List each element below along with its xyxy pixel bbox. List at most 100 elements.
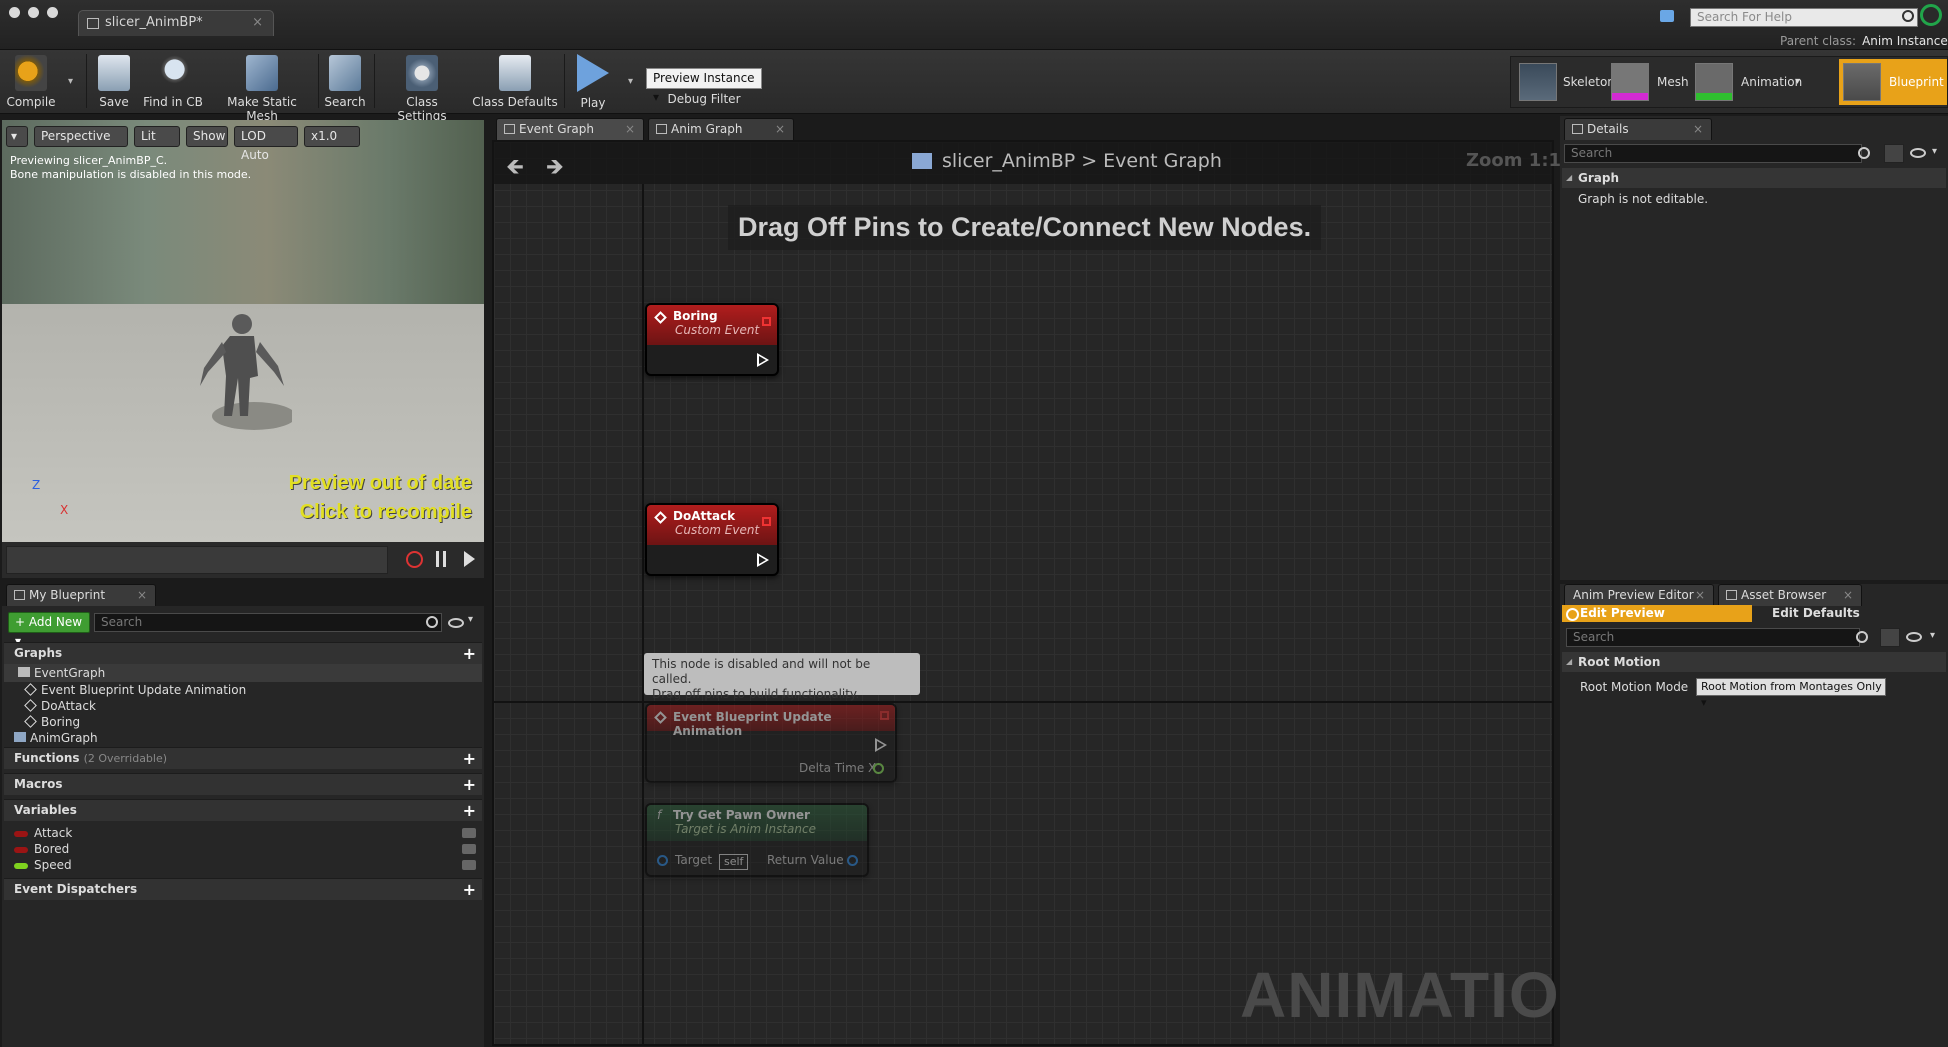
close-tab-icon[interactable]: × [1693,119,1703,139]
exec-out-pin-icon[interactable] [757,553,769,567]
my-blueprint-search-input[interactable]: Search [94,613,442,632]
variable-visibility-icon[interactable] [462,844,476,854]
status-indicator-icon[interactable] [1920,4,1942,26]
tree-item-animgraph[interactable]: AnimGraph [14,729,98,747]
record-icon[interactable] [406,551,423,568]
root-motion-mode-select[interactable]: Root Motion from Montages Only ▾ [1696,678,1886,709]
compile-button[interactable]: Compile [4,52,58,110]
delegate-pin-icon[interactable] [762,517,771,526]
help-search-input[interactable]: Search For Help [1690,8,1918,27]
mode-animation[interactable]: Animation ▾ [1691,59,1809,105]
search-icon[interactable] [1856,631,1868,643]
variable-item[interactable]: Speed [14,856,482,874]
exec-out-pin-icon[interactable] [757,353,769,367]
close-tab-icon[interactable]: × [775,119,785,139]
root-motion-category[interactable]: Root Motion [1562,652,1946,672]
forward-arrow-icon[interactable]: 🡺 [546,150,564,188]
chat-icon[interactable] [1660,10,1674,22]
tree-item-eventgraph[interactable]: EventGraph [4,664,482,682]
delegate-pin-icon[interactable] [762,317,771,326]
timeline-scrubber[interactable] [6,546,388,574]
details-search-input[interactable]: Search [1564,144,1862,163]
maximize-window-button[interactable] [47,7,58,18]
tab-anim-preview-editor[interactable]: Anim Preview Editor × [1564,584,1714,606]
breadcrumb-root[interactable]: slicer_AnimBP [942,150,1075,172]
document-tab[interactable]: slicer_AnimBP* × [78,10,274,36]
pause-icon[interactable] [436,551,446,567]
mode-skeleton[interactable]: Skeleton [1515,59,1615,105]
lod-button[interactable]: LOD Auto [234,126,298,162]
try-get-pawn-owner-node[interactable]: f Try Get Pawn Owner Target is Anim Inst… [645,803,869,877]
save-button[interactable]: Save [92,52,136,110]
add-macro-icon[interactable]: + [463,774,476,795]
self-default-value[interactable]: self [719,854,749,870]
tab-my-blueprint[interactable]: My Blueprint × [6,584,156,606]
close-tab-icon[interactable]: × [252,11,263,35]
visibility-eye-icon[interactable] [1910,148,1926,158]
recompile-warning-line1[interactable]: Preview out of date [289,472,472,495]
search-icon[interactable] [426,616,438,628]
edit-defaults-button[interactable]: Edit Defaults [1772,605,1860,622]
filter-chevron-icon[interactable]: ▾ [468,614,473,625]
close-window-button[interactable] [9,7,20,18]
add-dispatcher-icon[interactable]: + [463,879,476,900]
search-icon[interactable] [1902,10,1914,22]
delegate-pin-icon[interactable] [880,711,889,720]
close-tab-icon[interactable]: × [137,585,147,605]
close-tab-icon[interactable]: × [625,119,635,139]
mode-mesh[interactable]: Mesh [1607,59,1689,105]
tab-details[interactable]: Details × [1564,118,1712,140]
section-event-dispatchers[interactable]: Event Dispatchers + [4,878,482,900]
delta-time-pin-icon[interactable] [873,763,884,774]
section-variables[interactable]: Variables + [4,799,482,821]
tab-event-graph[interactable]: Event Graph × [496,118,644,140]
play-options-chevron-icon[interactable]: ▾ [628,76,633,87]
add-graph-icon[interactable]: + [463,643,476,664]
viewport-options-chevron-icon[interactable]: ▾ [6,126,28,147]
play-speed-button[interactable]: x1.0 [304,126,360,147]
find-in-cb-button[interactable]: Find in CB [140,52,206,110]
show-button[interactable]: Show [186,126,228,147]
property-matrix-icon[interactable] [1880,628,1900,647]
tab-asset-browser[interactable]: Asset Browser × [1718,584,1862,606]
mode-blueprint[interactable]: Blueprint [1839,59,1947,105]
tab-anim-graph[interactable]: Anim Graph × [648,118,794,140]
target-pin-icon[interactable] [657,855,668,866]
add-variable-icon[interactable]: + [463,800,476,821]
exec-out-pin-icon[interactable] [875,738,887,752]
add-new-button[interactable]: + Add New ▾ [8,612,90,648]
back-arrow-icon[interactable]: 🡸 [506,150,524,188]
details-filter-chevron-icon[interactable]: ▾ [1932,146,1937,157]
minimize-window-button[interactable] [28,7,39,18]
class-settings-button[interactable]: Class Settings [380,52,464,123]
edit-preview-button[interactable]: Edit Preview [1562,605,1752,622]
update-animation-event-node[interactable]: Event Blueprint Update Animation Delta T… [645,703,897,783]
section-macros[interactable]: Macros + [4,773,482,795]
variable-visibility-icon[interactable] [462,828,476,838]
recompile-warning-line2[interactable]: Click to recompile [300,501,472,524]
search-button[interactable]: Search [322,52,368,110]
close-tab-icon[interactable]: × [1843,585,1853,605]
visibility-eye-icon[interactable] [448,618,464,628]
graph-category[interactable]: Graph [1562,168,1946,188]
doattack-event-node[interactable]: DoAttack Custom Event [645,503,779,576]
return-value-pin-icon[interactable] [847,855,858,866]
class-defaults-button[interactable]: Class Defaults [472,52,558,110]
variable-visibility-icon[interactable] [462,860,476,870]
anim-preview-search-input[interactable]: Search [1566,628,1860,647]
search-icon[interactable] [1858,147,1870,159]
event-graph-canvas[interactable] [492,140,1554,1046]
lit-button[interactable]: Lit [134,126,180,147]
make-static-mesh-button[interactable]: Make Static Mesh [212,52,312,123]
section-functions[interactable]: Functions (2 Overridable) + [4,747,482,769]
preview-instance-dropdown[interactable]: Preview Instance ▾ [646,68,762,104]
step-forward-icon[interactable] [464,551,475,567]
boring-event-node[interactable]: Boring Custom Event [645,303,779,376]
animation-chevron-icon[interactable]: ▾ [1795,59,1800,105]
anim-preview-filter-chevron-icon[interactable]: ▾ [1930,630,1935,641]
property-matrix-icon[interactable] [1884,144,1904,163]
visibility-eye-icon[interactable] [1906,632,1922,642]
add-function-icon[interactable]: + [463,748,476,769]
preview-viewport[interactable]: ▾ Perspective Lit Show LOD Auto x1.0 Pre… [2,120,484,542]
compile-options-chevron-icon[interactable]: ▾ [68,76,73,87]
